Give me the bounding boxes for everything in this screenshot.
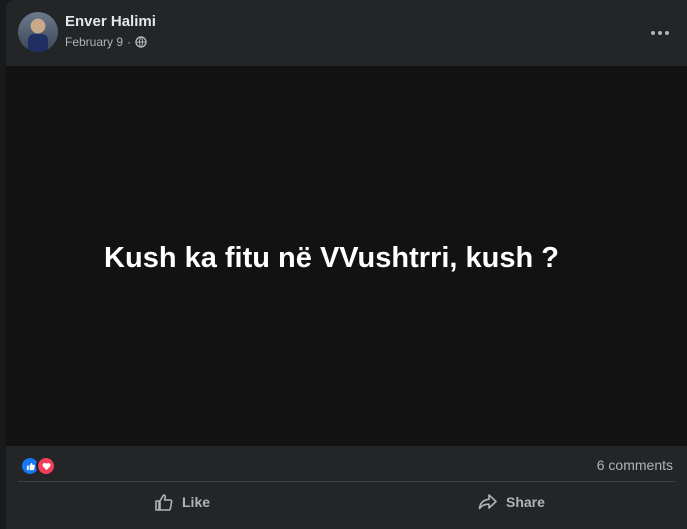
more-options-button[interactable] <box>647 20 673 46</box>
meta-separator: · <box>127 35 132 49</box>
love-reaction-icon <box>36 456 56 476</box>
thumbs-up-icon <box>155 494 173 511</box>
post-meta: February 9 · <box>65 35 147 49</box>
author-name[interactable]: Enver Halimi <box>65 13 156 30</box>
post-header: Enver Halimi February 9 · <box>6 0 687 66</box>
post-body-text: Kush ka fitu në VVushtrri, kush ? <box>104 241 559 274</box>
dot-icon <box>658 31 662 35</box>
reaction-icons[interactable] <box>20 456 56 476</box>
avatar-figure <box>28 34 48 52</box>
reactions-row: 6 comments <box>6 448 687 480</box>
avatar[interactable] <box>18 12 58 52</box>
like-button[interactable]: Like <box>154 485 210 519</box>
share-label: Share <box>506 494 545 510</box>
action-bar: Like Share <box>6 483 687 521</box>
like-label: Like <box>182 494 211 510</box>
globe-icon[interactable] <box>135 36 147 48</box>
share-arrow-icon <box>478 494 497 510</box>
post-card: Enver Halimi February 9 · Kush ka fitu n… <box>6 0 687 529</box>
share-button[interactable]: Share <box>478 485 545 519</box>
dot-icon <box>665 31 669 35</box>
divider <box>18 481 675 482</box>
post-date[interactable]: February 9 <box>65 35 123 49</box>
dot-icon <box>651 31 655 35</box>
post-image[interactable]: Kush ka fitu në VVushtrri, kush ? <box>6 66 687 446</box>
comments-count-link[interactable]: 6 comments <box>597 457 673 473</box>
